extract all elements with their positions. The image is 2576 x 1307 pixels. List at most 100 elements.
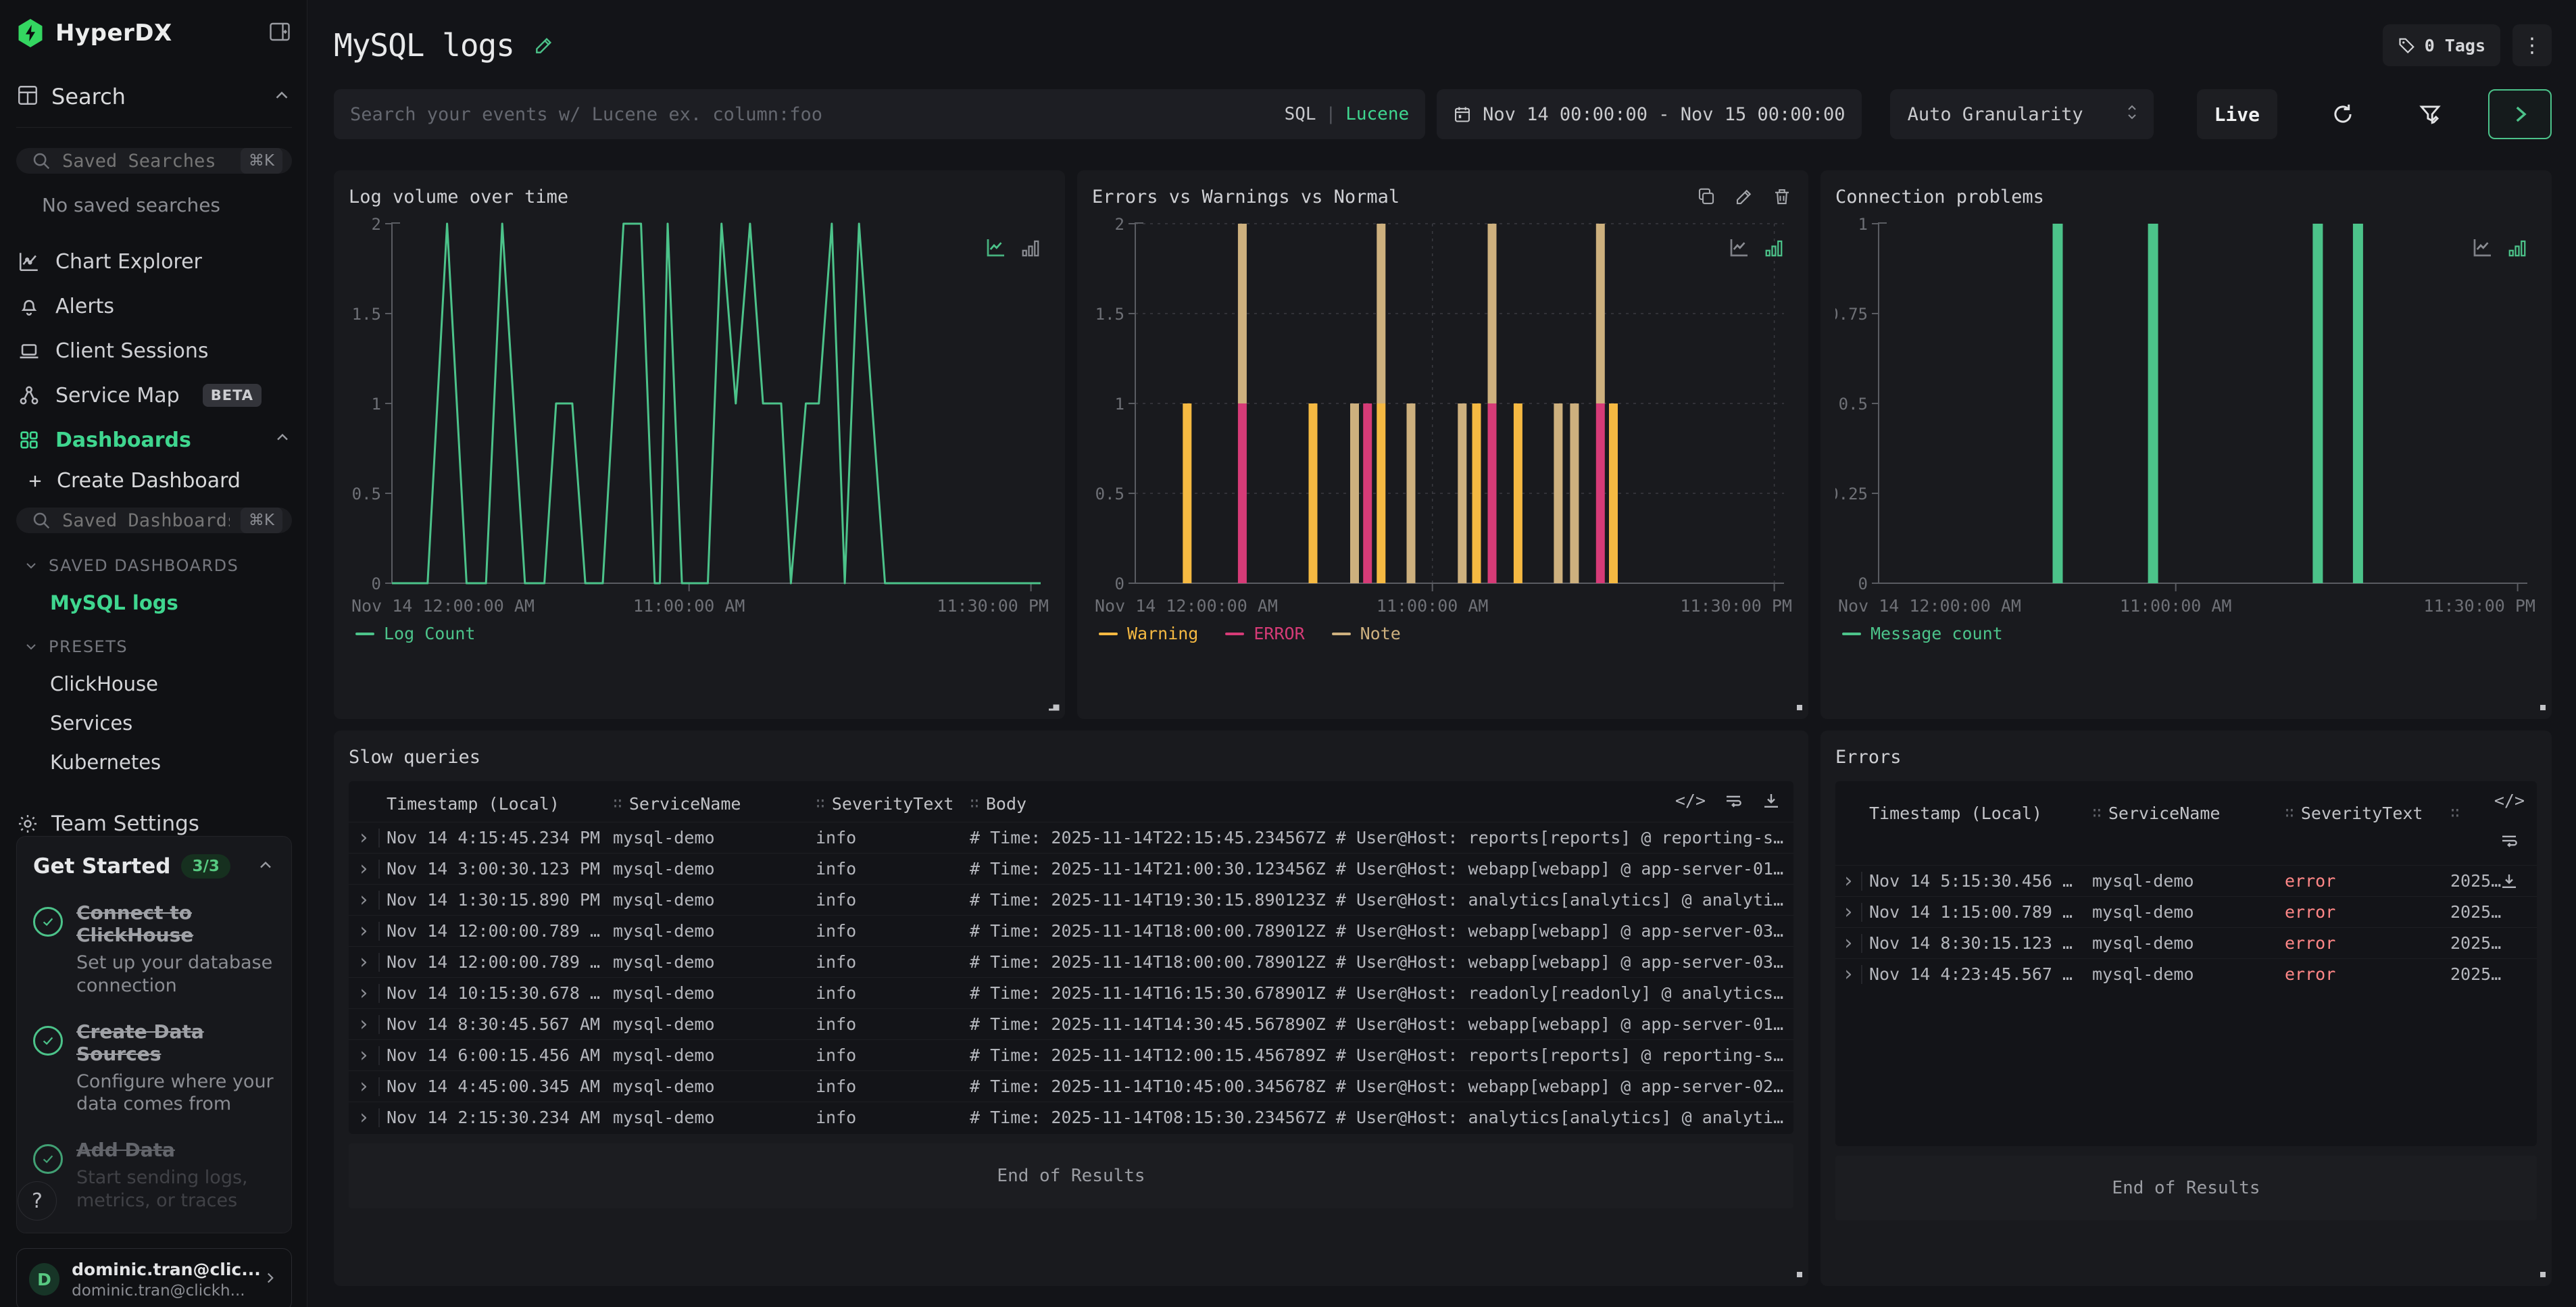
line-chart-toggle-icon[interactable] [984,235,1008,262]
chevron-up-icon[interactable] [272,85,292,108]
event-search-box[interactable]: SQL | Lucene [334,89,1425,139]
bar-chart-toggle-icon[interactable] [1020,237,1041,262]
connection-problems-chart[interactable]: 00.250.50.751Nov 14 12:00:00 AM11:00:00 … [1835,212,2537,620]
row-expander-icon[interactable]: › [1835,934,1862,953]
edit-title-icon[interactable] [533,34,555,56]
sidebar-item-dashboards[interactable]: Dashboards [16,418,292,462]
column-header[interactable]: ∷SeverityText [816,794,970,814]
row-expander-icon[interactable]: › [1835,872,1862,891]
saved-dashboards-field[interactable] [62,510,230,531]
column-header[interactable]: ∷SeverityText [2285,804,2450,823]
sql-toggle[interactable]: SQL [1285,104,1316,124]
event-search-input[interactable] [350,104,1285,125]
resize-handle-icon[interactable] [1789,1264,1803,1281]
legend-item[interactable]: Log Count [355,624,475,643]
row-expander-icon[interactable]: › [349,922,380,941]
get-started-step-add-data[interactable]: Add Data Start sending logs, metrics, or… [33,1139,275,1212]
table-row[interactable]: ›Nov 14 4:23:45.567 AMmysql-demoerror202… [1835,958,2537,989]
row-expander-icon[interactable]: › [349,1015,380,1034]
sidebar-item-mysql-logs[interactable]: MySQL logs [50,591,292,614]
sidebar-item-client-sessions[interactable]: Client Sessions [16,328,292,373]
download-icon[interactable] [1761,791,1781,811]
saved-dashboards-section[interactable]: SAVED DASHBOARDS [23,556,292,575]
log-volume-svg[interactable]: 00.511.52Nov 14 12:00:00 AM11:00:00 AM11… [349,212,1050,617]
resize-handle-icon[interactable] [2533,1264,2546,1281]
resize-handle-icon[interactable] [1789,697,1803,714]
row-expander-icon[interactable]: › [349,1046,380,1065]
create-dashboard-button[interactable]: Create Dashboard [26,469,292,493]
view-source-icon[interactable]: </> [2494,791,2525,810]
wrap-lines-icon[interactable] [1723,791,1743,811]
resize-handle-icon[interactable] [1046,697,1060,714]
saved-searches-field[interactable] [62,151,230,172]
sidebar-item-chart-explorer[interactable]: Chart Explorer [16,239,292,284]
get-started-step-datasources[interactable]: Create Data Sources Configure where your… [33,1020,275,1116]
table-row[interactable]: ›Nov 14 2:15:30.234 AMmysql-demoinfo# Ti… [349,1102,1793,1133]
column-header[interactable]: ∷Body [970,794,1793,814]
table-row[interactable]: ›Nov 14 3:00:30.123 PMmysql-demoinfo# Ti… [349,853,1793,884]
legend-item[interactable]: Message count [1842,624,2003,643]
chevron-up-icon[interactable] [273,428,292,452]
wrap-lines-icon[interactable] [2499,831,2519,851]
tags-button[interactable]: 0 Tags [2383,24,2500,66]
legend-item[interactable]: Warning [1099,624,1198,643]
row-expander-icon[interactable]: › [349,1108,380,1127]
user-menu[interactable]: D dominic.tran@clic... dominic.tran@clic… [16,1248,292,1307]
table-row[interactable]: ›Nov 14 8:30:45.567 AMmysql-demoinfo# Ti… [349,1008,1793,1039]
errors-warnings-svg[interactable]: 00.511.52Nov 14 12:00:00 AM11:00:00 AM11… [1092,212,1793,617]
table-row[interactable]: ›Nov 14 10:15:30.678 AMmysql-demoinfo# T… [349,977,1793,1008]
line-chart-toggle-icon[interactable] [2471,235,2495,262]
row-expander-icon[interactable]: › [349,953,380,972]
column-header[interactable]: Timestamp (Local) [387,794,613,814]
edit-icon[interactable] [1734,187,1754,207]
run-query-button[interactable] [2488,89,2552,139]
table-row[interactable]: ›Nov 14 4:45:00.345 AMmysql-demoinfo# Ti… [349,1070,1793,1102]
line-chart-toggle-icon[interactable] [1727,235,1752,262]
sidebar-item-clickhouse[interactable]: ClickHouse [50,672,292,695]
granularity-select[interactable]: Auto Granularity [1890,89,2154,139]
resize-handle-icon[interactable] [2533,697,2546,714]
legend-item[interactable]: ERROR [1225,624,1304,643]
table-row[interactable]: ›Nov 14 5:15:30.456 PMmysql-demoerror202… [1835,865,2537,896]
table-row[interactable]: ›Nov 14 4:15:45.234 PMmysql-demoinfo# Ti… [349,822,1793,853]
row-expander-icon[interactable]: › [349,891,380,910]
sidebar-item-service-map[interactable]: Service Map BETA [16,373,292,418]
sidebar-item-kubernetes[interactable]: Kubernetes [50,751,292,774]
legend-item[interactable]: Note [1332,624,1401,643]
row-expander-icon[interactable]: › [349,829,380,847]
sidebar-item-team-settings[interactable]: Team Settings [16,812,292,836]
column-header[interactable]: Timestamp (Local) [1869,804,2092,823]
table-row[interactable]: ›Nov 14 8:30:15.123 AMmysql-demoerror202… [1835,927,2537,958]
bar-chart-toggle-icon[interactable] [2507,237,2527,262]
table-row[interactable]: ›Nov 14 6:00:15.456 AMmysql-demoinfo# Ti… [349,1039,1793,1070]
lucene-toggle[interactable]: Lucene [1345,104,1409,124]
row-expander-icon[interactable]: › [349,984,380,1003]
duplicate-icon[interactable] [1696,187,1716,207]
row-expander-icon[interactable]: › [349,1077,380,1096]
row-expander-icon[interactable]: › [1835,965,1862,984]
log-volume-chart[interactable]: 00.511.52Nov 14 12:00:00 AM11:00:00 AM11… [349,212,1050,620]
presets-section[interactable]: PRESETS [23,637,292,656]
get-started-step-connect[interactable]: Connect to ClickHouse Set up your databa… [33,902,275,997]
download-icon[interactable] [2499,871,2519,891]
filter-button[interactable] [2401,89,2459,139]
sidebar-item-services[interactable]: Services [50,712,292,735]
view-source-icon[interactable]: </> [1675,791,1706,811]
row-expander-icon[interactable]: › [1835,903,1862,922]
column-header[interactable]: ∷ServiceName [613,794,816,814]
sidebar-item-alerts[interactable]: Alerts [16,284,292,328]
table-row[interactable]: ›Nov 14 12:00:00.789 PMmysql-demoinfo# T… [349,946,1793,977]
table-row[interactable]: ›Nov 14 1:30:15.890 PMmysql-demoinfo# Ti… [349,884,1793,915]
table-row[interactable]: ›Nov 14 12:00:00.789 PMmysql-demoinfo# T… [349,915,1793,946]
refresh-button[interactable] [2314,89,2372,139]
chevron-up-icon[interactable] [256,856,275,877]
row-expander-icon[interactable]: › [349,860,380,879]
errors-warnings-chart[interactable]: 00.511.52Nov 14 12:00:00 AM11:00:00 AM11… [1092,212,1793,620]
sidebar-item-search[interactable]: Search [16,84,292,128]
dashboard-menu-button[interactable]: ⋮ [2512,24,2552,66]
connection-problems-svg[interactable]: 00.250.50.751Nov 14 12:00:00 AM11:00:00 … [1835,212,2537,617]
date-range-picker[interactable]: Nov 14 00:00:00 - Nov 15 00:00:00 [1437,89,1861,139]
saved-dashboards-input[interactable]: ⌘K [16,508,292,533]
live-button[interactable]: Live [2197,89,2277,139]
help-button[interactable]: ? [18,1181,57,1220]
